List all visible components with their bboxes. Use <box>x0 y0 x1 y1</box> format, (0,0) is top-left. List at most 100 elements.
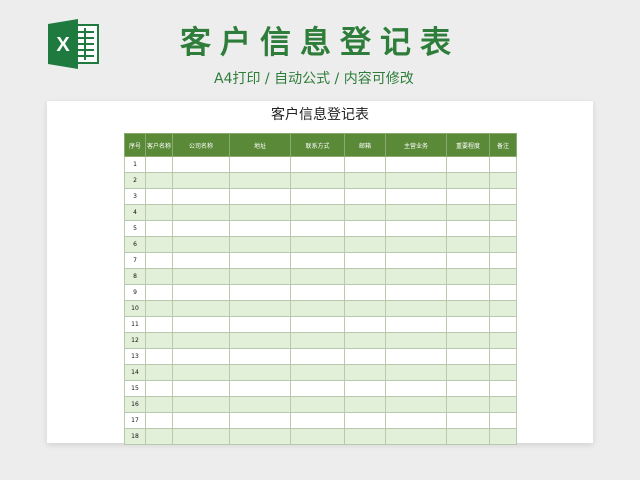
table-cell[interactable] <box>290 204 345 221</box>
table-cell[interactable] <box>489 284 517 301</box>
table-cell[interactable] <box>172 172 230 189</box>
row-number-cell[interactable]: 17 <box>124 412 146 429</box>
row-number-cell[interactable]: 11 <box>124 316 146 333</box>
table-cell[interactable] <box>290 412 345 429</box>
table-cell[interactable] <box>385 284 447 301</box>
row-number-cell[interactable]: 12 <box>124 332 146 349</box>
table-cell[interactable] <box>344 236 386 253</box>
table-cell[interactable] <box>385 380 447 397</box>
table-cell[interactable] <box>446 156 490 173</box>
table-cell[interactable] <box>344 396 386 413</box>
table-cell[interactable] <box>446 172 490 189</box>
table-cell[interactable] <box>229 428 291 445</box>
row-number-cell[interactable]: 18 <box>124 428 146 445</box>
table-cell[interactable] <box>385 428 447 445</box>
table-cell[interactable] <box>172 236 230 253</box>
table-cell[interactable] <box>446 300 490 317</box>
table-cell[interactable] <box>145 364 173 381</box>
table-cell[interactable] <box>344 428 386 445</box>
table-cell[interactable] <box>229 172 291 189</box>
table-cell[interactable] <box>145 396 173 413</box>
table-cell[interactable] <box>344 332 386 349</box>
table-cell[interactable] <box>290 348 345 365</box>
table-cell[interactable] <box>344 188 386 205</box>
table-cell[interactable] <box>290 316 345 333</box>
table-cell[interactable] <box>385 412 447 429</box>
table-cell[interactable] <box>172 396 230 413</box>
table-cell[interactable] <box>145 236 173 253</box>
table-cell[interactable] <box>172 364 230 381</box>
table-cell[interactable] <box>290 380 345 397</box>
table-cell[interactable] <box>446 412 490 429</box>
table-cell[interactable] <box>290 284 345 301</box>
table-cell[interactable] <box>172 380 230 397</box>
table-cell[interactable] <box>489 332 517 349</box>
table-cell[interactable] <box>446 348 490 365</box>
table-cell[interactable] <box>489 236 517 253</box>
table-cell[interactable] <box>145 156 173 173</box>
table-cell[interactable] <box>489 348 517 365</box>
table-cell[interactable] <box>385 364 447 381</box>
table-cell[interactable] <box>489 428 517 445</box>
table-cell[interactable] <box>145 332 173 349</box>
table-cell[interactable] <box>446 332 490 349</box>
table-cell[interactable] <box>385 172 447 189</box>
table-cell[interactable] <box>172 204 230 221</box>
table-cell[interactable] <box>172 300 230 317</box>
row-number-cell[interactable]: 10 <box>124 300 146 317</box>
row-number-cell[interactable]: 3 <box>124 188 146 205</box>
table-cell[interactable] <box>290 220 345 237</box>
table-cell[interactable] <box>344 284 386 301</box>
table-cell[interactable] <box>489 220 517 237</box>
table-cell[interactable] <box>446 364 490 381</box>
table-cell[interactable] <box>446 204 490 221</box>
table-cell[interactable] <box>145 284 173 301</box>
row-number-cell[interactable]: 13 <box>124 348 146 365</box>
table-cell[interactable] <box>229 396 291 413</box>
table-cell[interactable] <box>446 188 490 205</box>
table-cell[interactable] <box>172 188 230 205</box>
table-cell[interactable] <box>145 380 173 397</box>
row-number-cell[interactable]: 2 <box>124 172 146 189</box>
table-cell[interactable] <box>229 300 291 317</box>
table-cell[interactable] <box>446 380 490 397</box>
table-cell[interactable] <box>344 300 386 317</box>
table-cell[interactable] <box>489 188 517 205</box>
table-cell[interactable] <box>344 156 386 173</box>
table-cell[interactable] <box>290 428 345 445</box>
table-cell[interactable] <box>385 188 447 205</box>
table-cell[interactable] <box>290 252 345 269</box>
table-cell[interactable] <box>385 220 447 237</box>
table-cell[interactable] <box>446 268 490 285</box>
table-cell[interactable] <box>172 284 230 301</box>
table-cell[interactable] <box>344 268 386 285</box>
row-number-cell[interactable]: 5 <box>124 220 146 237</box>
row-number-cell[interactable]: 9 <box>124 284 146 301</box>
table-cell[interactable] <box>145 172 173 189</box>
table-cell[interactable] <box>229 188 291 205</box>
table-cell[interactable] <box>145 300 173 317</box>
table-cell[interactable] <box>446 316 490 333</box>
table-cell[interactable] <box>489 412 517 429</box>
table-cell[interactable] <box>344 252 386 269</box>
table-cell[interactable] <box>385 268 447 285</box>
table-cell[interactable] <box>446 236 490 253</box>
table-cell[interactable] <box>229 220 291 237</box>
row-number-cell[interactable]: 8 <box>124 268 146 285</box>
table-cell[interactable] <box>290 268 345 285</box>
table-cell[interactable] <box>290 396 345 413</box>
table-cell[interactable] <box>290 300 345 317</box>
table-cell[interactable] <box>344 380 386 397</box>
table-cell[interactable] <box>145 204 173 221</box>
table-cell[interactable] <box>385 300 447 317</box>
table-cell[interactable] <box>385 252 447 269</box>
table-cell[interactable] <box>385 204 447 221</box>
table-cell[interactable] <box>489 380 517 397</box>
table-cell[interactable] <box>229 236 291 253</box>
table-cell[interactable] <box>446 396 490 413</box>
table-cell[interactable] <box>145 252 173 269</box>
table-cell[interactable] <box>446 284 490 301</box>
table-cell[interactable] <box>145 268 173 285</box>
row-number-cell[interactable]: 6 <box>124 236 146 253</box>
table-cell[interactable] <box>446 252 490 269</box>
